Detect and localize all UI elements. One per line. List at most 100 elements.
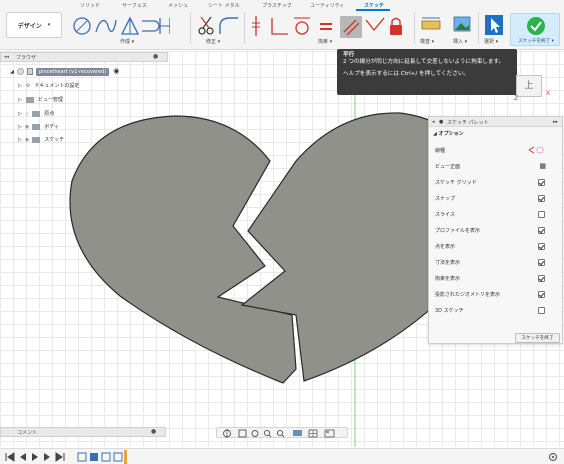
pin-icon[interactable]: ●	[153, 53, 158, 60]
expand-triangle-icon[interactable]: ▷	[18, 137, 22, 143]
browser-root[interactable]: ◢ pincetheart (v1-recovered) ◉	[10, 66, 119, 77]
spline-tool-icon[interactable]	[95, 19, 117, 33]
dimension-line-icon[interactable]	[159, 18, 170, 34]
timeline-play-icon[interactable]	[32, 453, 38, 461]
look-at-icon[interactable]	[238, 429, 247, 438]
tab-utilities[interactable]: ユーティリティ	[310, 2, 344, 9]
finish-sketch-button[interactable]: スケッチを終了 ▾	[510, 13, 560, 46]
folder-icon	[32, 136, 41, 143]
timeline-end-icon[interactable]	[55, 452, 65, 462]
constraints-group-label[interactable]: 拘束 ▾	[318, 38, 332, 45]
toolbar-ribbon: ソリッド サーフェス メッシュ シート メタル プラスチック ユーティリティ ス…	[0, 0, 564, 50]
browser-item-document-settings[interactable]: ▷ ⚙ ドキュメントの設定	[18, 80, 79, 91]
tab-sketch[interactable]: スケッチ	[364, 2, 384, 9]
scissors-icon[interactable]	[198, 16, 214, 35]
collapse-arrow-icon[interactable]: ◂	[432, 119, 435, 125]
chevron-down-icon: ▾	[47, 22, 51, 28]
expand-triangle-icon[interactable]: ▷	[18, 124, 22, 130]
visibility-eye-icon[interactable]	[16, 68, 24, 75]
expand-triangle-icon[interactable]: ▷	[18, 83, 22, 89]
pin-icon[interactable]: ●	[151, 428, 156, 435]
timeline-feature-sketch-icon[interactable]	[77, 452, 87, 462]
snap-checkbox[interactable]	[538, 195, 545, 202]
tab-sheet-metal[interactable]: シート メタル	[208, 2, 240, 9]
visibility-eye-icon[interactable]: ◉	[25, 124, 29, 130]
gear-icon[interactable]	[548, 452, 558, 462]
heart-left-half[interactable]	[69, 115, 297, 384]
browser-item-sketches[interactable]: ▷ ◉ スケッチ	[18, 134, 64, 145]
insert-group-label[interactable]: 挿入 ▾	[453, 38, 467, 45]
workspace-switcher-button[interactable]: デザイン ▾	[6, 12, 62, 38]
sketch-grid-checkbox[interactable]	[538, 179, 545, 186]
timeline-feature-extrude-icon[interactable]	[90, 453, 98, 461]
tab-surface[interactable]: サーフェス	[122, 2, 147, 9]
show-profile-checkbox[interactable]	[538, 227, 545, 234]
option-show-constraints: 拘束を表示	[433, 271, 557, 287]
expand-triangle-icon[interactable]: ▷	[18, 111, 22, 117]
perpendicular-constraint-icon[interactable]	[271, 18, 288, 35]
visibility-eye-icon[interactable]: ◎	[25, 111, 29, 117]
circle-tool-icon[interactable]	[73, 17, 91, 35]
parallel-constraint-tooltip: 平行 2 つの線分が同じ方向に延長して交差しないように拘束します。 ヘルプを表示…	[337, 49, 517, 95]
comments-panel-header: コメント ●	[0, 427, 166, 437]
tangent-constraint-icon[interactable]	[294, 17, 310, 35]
timeline-feature-sketch-icon[interactable]	[101, 452, 111, 462]
insert-image-icon[interactable]	[452, 14, 472, 36]
symmetry-constraint-icon[interactable]	[365, 17, 385, 32]
calendar-view-icon[interactable]: ▦	[539, 162, 546, 170]
equal-constraint-icon[interactable]	[320, 23, 332, 30]
tab-mesh[interactable]: メッシュ	[168, 2, 188, 9]
browser-item-named-views[interactable]: ▷ ビュー管理	[18, 94, 63, 105]
options-section-header[interactable]: ◢ オプション	[433, 130, 464, 137]
root-component-label: pincetheart (v1-recovered)	[35, 67, 110, 76]
expand-triangle-icon[interactable]: ◢	[10, 69, 14, 75]
select-group-label[interactable]: 選択 ▾	[484, 38, 498, 45]
tab-plastic[interactable]: プラスチック	[262, 2, 292, 9]
slice-checkbox[interactable]	[538, 211, 545, 218]
grid-settings-icon[interactable]	[308, 429, 318, 438]
browser-panel-header: ◂◂ ブラウザ ●	[0, 52, 168, 62]
modify-group-label[interactable]: 修正 ▾	[206, 38, 220, 45]
slot-tool-icon[interactable]	[142, 20, 160, 32]
collapse-arrow-icon[interactable]: ◂◂	[4, 54, 9, 60]
palette-finish-sketch-button[interactable]: スケッチを終了	[515, 333, 560, 343]
viewcube[interactable]: 上	[516, 75, 542, 97]
measure-icon[interactable]	[420, 14, 442, 36]
visibility-eye-icon[interactable]: ◉	[25, 137, 29, 143]
z-axis-label: Z	[514, 95, 519, 102]
orbit-icon[interactable]	[223, 429, 231, 438]
parallel-constraint-icon[interactable]	[340, 16, 362, 38]
display-settings-icon[interactable]	[293, 430, 302, 436]
browser-item-bodies[interactable]: ▷ ◉ ボディ	[18, 121, 59, 132]
viewports-icon[interactable]	[324, 429, 335, 438]
show-points-checkbox[interactable]	[538, 243, 545, 250]
3d-sketch-checkbox[interactable]	[538, 307, 545, 314]
zoom-icon[interactable]	[263, 429, 272, 438]
show-projected-geometry-checkbox[interactable]	[538, 291, 545, 298]
timeline-previous-icon[interactable]	[20, 453, 26, 461]
timeline-feature-sketch-icon[interactable]	[113, 452, 123, 462]
create-group-label[interactable]: 作成 ▾	[120, 38, 134, 45]
select-cursor-icon[interactable]	[484, 14, 504, 36]
tab-solid[interactable]: ソリッド	[80, 2, 100, 9]
divider	[244, 12, 245, 44]
pin-icon[interactable]: ●	[439, 119, 443, 125]
timeline-next-icon[interactable]	[44, 453, 50, 461]
inspect-group-label[interactable]: 検査 ▾	[420, 38, 434, 45]
linetype-icons[interactable]	[527, 146, 545, 155]
timeline-start-icon[interactable]	[5, 452, 15, 462]
pan-hand-icon[interactable]	[251, 430, 259, 437]
expand-arrow-icon[interactable]: ▸▸	[553, 119, 558, 125]
fit-icon[interactable]	[276, 429, 285, 438]
browser-item-origin[interactable]: ▷ ◎ 原点	[18, 108, 54, 119]
triangle-tool-icon[interactable]	[120, 16, 140, 35]
expand-triangle-icon[interactable]: ▷	[18, 97, 22, 103]
show-constraints-checkbox[interactable]	[538, 275, 545, 282]
lock-icon[interactable]	[390, 17, 402, 36]
viewcube-face-top[interactable]: 上	[524, 81, 533, 91]
coincident-constraint-icon[interactable]	[252, 16, 260, 36]
timeline-marker-icon[interactable]	[124, 450, 127, 464]
activate-radio-icon[interactable]: ◉	[113, 68, 119, 75]
fillet-arc-icon[interactable]	[219, 17, 238, 34]
show-dimensions-checkbox[interactable]	[538, 259, 545, 266]
